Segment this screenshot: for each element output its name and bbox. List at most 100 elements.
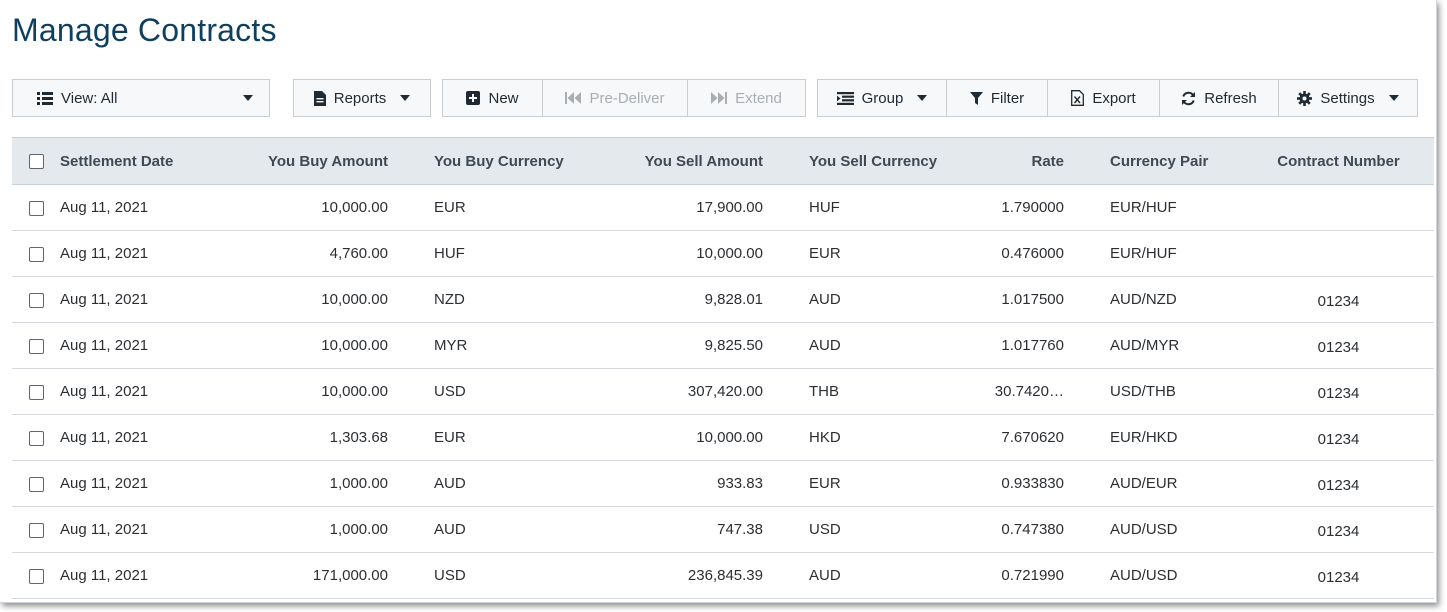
refresh-label: Refresh <box>1204 89 1257 107</box>
contract-number-cell <box>1243 184 1434 231</box>
buy-amount-cell: 10,000.00 <box>210 184 388 231</box>
buy-currency-cell: MYR <box>388 322 585 369</box>
table-row[interactable]: Aug 11, 2021 10,000.00 MYR 9,825.50 AUD 1.017… <box>12 322 1434 369</box>
buy-currency-cell: USD <box>388 368 585 415</box>
pre-deliver-label: Pre-Deliver <box>589 89 665 107</box>
row-checkbox[interactable] <box>28 246 44 262</box>
sell-currency-cell: EUR <box>763 460 960 507</box>
buy-amount-cell: 10,000.00 <box>210 368 388 415</box>
refresh-button[interactable]: Refresh <box>1159 79 1279 117</box>
header-currency-pair[interactable]: Currency Pair <box>1064 137 1243 185</box>
row-checkbox[interactable] <box>28 292 44 308</box>
filter-label: Filter <box>990 89 1025 107</box>
page-title: Manage Contracts <box>12 12 277 48</box>
group-list-icon <box>836 91 854 105</box>
table-row[interactable]: Aug 11, 2021 10,000.00 EUR 17,900.00 HUF 1.79… <box>12 184 1434 231</box>
row-checkbox[interactable] <box>28 200 44 216</box>
row-select-cell <box>12 230 60 277</box>
gear-icon <box>1297 90 1313 106</box>
header-rate[interactable]: Rate <box>960 137 1064 185</box>
row-checkbox[interactable] <box>28 522 44 538</box>
row-checkbox[interactable] <box>28 568 44 584</box>
table-row[interactable]: Aug 11, 2021 4,760.00 HUF 10,000.00 EUR 0.476… <box>12 230 1434 277</box>
pre-deliver-button[interactable]: Pre-Deliver <box>542 79 688 117</box>
table-row[interactable]: Aug 11, 2021 1,000.00 AUD 933.83 EUR 0.933830… <box>12 460 1434 507</box>
group-label: Group <box>861 89 904 107</box>
sell-amount-cell: 933.83 <box>585 460 763 507</box>
export-button[interactable]: Export <box>1047 79 1160 117</box>
row-checkbox[interactable] <box>28 384 44 400</box>
row-select-cell <box>12 506 60 553</box>
sell-currency-cell: AUD <box>763 552 960 599</box>
header-you-buy-amount[interactable]: You Buy Amount <box>210 137 388 185</box>
settlement-date-cell: Aug 11, 2021 <box>60 552 210 599</box>
extend-button[interactable]: Extend <box>687 79 806 117</box>
rate-cell: 1.790000 <box>960 184 1064 231</box>
chevron-down-icon <box>1388 95 1399 101</box>
excel-file-icon <box>1071 90 1085 106</box>
settlement-date-cell: Aug 11, 2021 <box>60 184 210 231</box>
table-row[interactable]: Aug 11, 2021 10,000.00 NZD 9,828.01 AUD 1.017… <box>12 276 1434 323</box>
buy-amount-cell: 4,760.00 <box>210 230 388 277</box>
view-dropdown[interactable]: View: All <box>12 79 270 117</box>
plus-square-icon <box>466 91 481 105</box>
row-select-cell <box>12 322 60 369</box>
contract-number-cell: 01234 <box>1243 368 1434 415</box>
new-button[interactable]: New <box>442 79 543 117</box>
sell-amount-cell: 307,420.00 <box>585 368 763 415</box>
header-you-buy-currency[interactable]: You Buy Currency <box>388 137 585 185</box>
rate-cell: 1.017500 <box>960 276 1064 323</box>
buy-amount-cell: 1,303.68 <box>210 414 388 461</box>
sell-amount-cell: 10,000.00 <box>585 414 763 461</box>
sell-currency-cell: HUF <box>763 184 960 231</box>
header-contract-number[interactable]: Contract Number <box>1243 137 1434 185</box>
table-row[interactable]: Aug 11, 2021 1,000.00 AUD 747.38 USD 0.747380… <box>12 506 1434 553</box>
row-select-cell <box>12 276 60 323</box>
header-settlement-date[interactable]: Settlement Date <box>60 137 210 185</box>
sell-currency-cell: AUD <box>763 322 960 369</box>
row-checkbox[interactable] <box>28 338 44 354</box>
row-select-cell <box>12 184 60 231</box>
contracts-table: Settlement Date You Buy Amount You Buy C… <box>12 137 1434 599</box>
rate-cell: 0.747380 <box>960 506 1064 553</box>
header-you-sell-currency[interactable]: You Sell Currency <box>763 137 960 185</box>
contract-number-cell: 01234 <box>1243 414 1434 461</box>
view-dropdown-label: View: All <box>61 89 118 107</box>
settings-label: Settings <box>1320 89 1375 107</box>
currency-pair-cell: AUD/USD <box>1064 506 1243 553</box>
sell-currency-cell: HKD <box>763 414 960 461</box>
sell-amount-cell: 747.38 <box>585 506 763 553</box>
reports-button[interactable]: Reports <box>293 79 431 117</box>
sell-currency-cell: THB <box>763 368 960 415</box>
select-all-checkbox[interactable] <box>28 154 44 170</box>
buy-amount-cell: 1,000.00 <box>210 460 388 507</box>
table-row[interactable]: Aug 11, 2021 1,303.68 EUR 10,000.00 HKD 7.670… <box>12 414 1434 461</box>
row-checkbox[interactable] <box>28 476 44 492</box>
contract-number-cell: 01234 <box>1243 552 1434 599</box>
refresh-icon <box>1181 91 1196 106</box>
currency-pair-cell: AUD/EUR <box>1064 460 1243 507</box>
row-select-cell <box>12 460 60 507</box>
table-row[interactable]: Aug 11, 2021 171,000.00 USD 236,845.39 AUD 0.… <box>12 552 1434 599</box>
rate-cell: 0.476000 <box>960 230 1064 277</box>
currency-pair-cell: EUR/HUF <box>1064 230 1243 277</box>
buy-currency-cell: EUR <box>388 414 585 461</box>
sell-amount-cell: 236,845.39 <box>585 552 763 599</box>
extend-label: Extend <box>735 89 782 107</box>
rate-cell: 7.670620 <box>960 414 1064 461</box>
row-checkbox[interactable] <box>28 430 44 446</box>
currency-pair-cell: EUR/HUF <box>1064 184 1243 231</box>
settlement-date-cell: Aug 11, 2021 <box>60 460 210 507</box>
sell-amount-cell: 9,825.50 <box>585 322 763 369</box>
header-you-sell-amount[interactable]: You Sell Amount <box>585 137 763 185</box>
currency-pair-cell: AUD/MYR <box>1064 322 1243 369</box>
buy-currency-cell: AUD <box>388 506 585 553</box>
table-row[interactable]: Aug 11, 2021 10,000.00 USD 307,420.00 THB 30.… <box>12 368 1434 415</box>
settings-button[interactable]: Settings <box>1278 79 1418 117</box>
buy-currency-cell: USD <box>388 552 585 599</box>
group-button[interactable]: Group <box>817 79 947 117</box>
row-select-cell <box>12 552 60 599</box>
row-select-cell <box>12 368 60 415</box>
settlement-date-cell: Aug 11, 2021 <box>60 322 210 369</box>
filter-button[interactable]: Filter <box>946 79 1048 117</box>
